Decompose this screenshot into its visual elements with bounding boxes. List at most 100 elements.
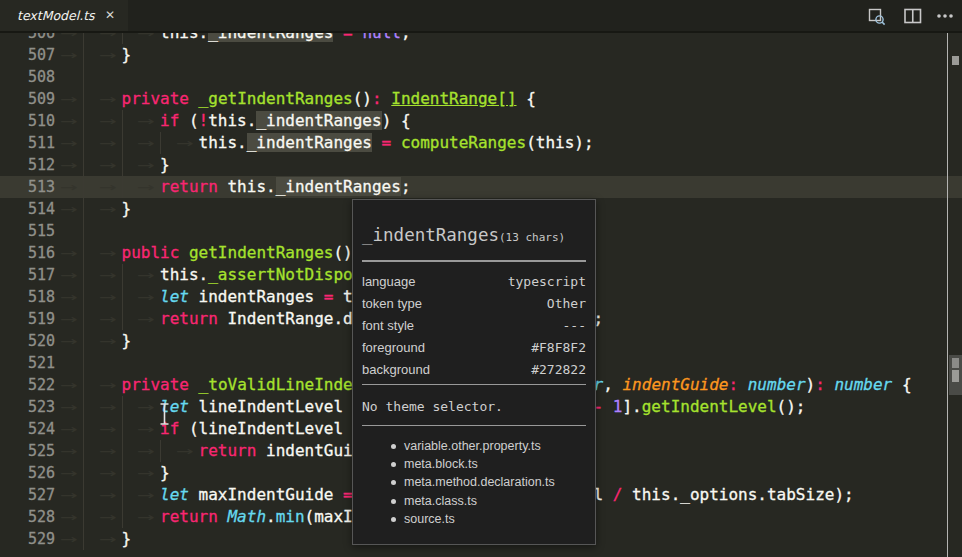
tab-whitespace: → — [83, 528, 122, 550]
code-line[interactable]: 509→→private _getIndentRanges(): IndentR… — [0, 88, 962, 110]
tab-whitespace: → — [83, 506, 122, 528]
tab-whitespace: → — [122, 286, 161, 308]
tab-whitespace: → — [83, 418, 122, 440]
indent-guide — [83, 352, 84, 374]
tab-whitespace: → — [45, 396, 84, 418]
metadata-row: background #272822 — [353, 359, 595, 381]
code-text: →→→} — [45, 154, 170, 176]
tab-whitespace: → — [122, 176, 161, 198]
code-text: →→→} — [45, 462, 170, 484]
tab-whitespace: → — [45, 418, 84, 440]
code-line[interactable]: 513→→→return this._indentRanges; — [0, 176, 962, 198]
scope-item: meta.block.ts — [353, 455, 595, 473]
tab-whitespace: → — [122, 33, 161, 44]
metadata-label: language — [362, 271, 416, 293]
tab-whitespace: → — [83, 308, 122, 330]
more-actions-icon[interactable] — [935, 6, 955, 26]
code-line[interactable]: 510→→→if (!this._indentRanges) { — [0, 110, 962, 132]
tab-whitespace: → — [122, 308, 161, 330]
ruler-mark — [952, 370, 959, 382]
tab-whitespace: → — [122, 462, 161, 484]
separator — [362, 425, 586, 426]
tab-whitespace: → — [122, 418, 161, 440]
code-text: →→private _getIndentRanges(): IndentRang… — [45, 88, 536, 110]
tab-whitespace: → — [45, 330, 84, 352]
tab-whitespace: → — [45, 264, 84, 286]
code-line[interactable]: 511→→→→this._indentRanges = computeRange… — [0, 132, 962, 154]
tab-whitespace: → — [45, 88, 84, 110]
metadata-row: font style --- — [353, 315, 595, 337]
tab-whitespace: → — [122, 110, 161, 132]
metadata-row: foreground #F8F8F2 — [353, 337, 595, 359]
ruler-mark — [952, 56, 959, 65]
tab-bar: textModel.ts ✕ — [0, 0, 962, 33]
metadata-value: --- — [563, 315, 586, 337]
tab-whitespace: → — [83, 33, 122, 44]
tab-whitespace: → — [160, 440, 199, 462]
tab-whitespace: → — [83, 462, 122, 484]
code-line[interactable]: 507→→} — [0, 44, 962, 66]
line-number: 521 — [0, 352, 55, 374]
metadata-label: font style — [362, 315, 414, 337]
metadata-value: typescript — [508, 271, 586, 293]
metadata-value: Other — [547, 293, 586, 315]
code-line[interactable]: 512→→→} — [0, 154, 962, 176]
metadata-label: background — [362, 359, 430, 381]
editor-actions — [867, 0, 955, 31]
tab-whitespace: → — [45, 374, 84, 396]
tab-whitespace: → — [45, 440, 84, 462]
code-text: →→} — [45, 528, 132, 550]
close-icon[interactable]: ✕ — [105, 9, 115, 22]
tab-whitespace: → — [45, 33, 84, 44]
tab-whitespace: → — [45, 308, 84, 330]
overview-ruler[interactable] — [948, 33, 962, 557]
tab-whitespace: → — [45, 242, 84, 264]
tab-whitespace: → — [83, 44, 122, 66]
tab-whitespace: → — [83, 242, 122, 264]
tab-whitespace: → — [45, 286, 84, 308]
find-icon[interactable] — [867, 6, 887, 26]
indent-guide — [83, 66, 84, 88]
token-metadata: language typescripttoken typeOtherfont st… — [353, 271, 595, 381]
tab-whitespace: → — [122, 132, 161, 154]
scope-list: variable.other.property.tsmeta.block.tsm… — [353, 437, 595, 528]
tab-whitespace: → — [83, 374, 122, 396]
tab-whitespace: → — [83, 198, 122, 220]
code-text: →→} — [45, 198, 132, 220]
tab-whitespace: → — [45, 110, 84, 132]
tab-textmodel[interactable]: textModel.ts ✕ — [0, 0, 128, 31]
tab-whitespace: → — [83, 176, 122, 198]
tab-whitespace: → — [45, 506, 84, 528]
scope-item: source.ts — [353, 510, 595, 528]
indent-guide — [83, 220, 84, 242]
code-text: →→} — [45, 44, 132, 66]
metadata-value: #272822 — [531, 359, 586, 381]
tab-whitespace: → — [45, 484, 84, 506]
metadata-value: #F8F8F2 — [531, 337, 586, 359]
inspect-tokens-widget: _indentRanges(13 chars) languagetypescri… — [352, 199, 596, 545]
metadata-row: language typescript — [353, 271, 595, 293]
tab-whitespace: → — [83, 132, 122, 154]
split-editor-icon[interactable] — [903, 6, 923, 26]
overview-ruler-border — [947, 33, 949, 557]
theme-selector-note: No theme selector. — [353, 385, 595, 425]
code-line[interactable]: 506→→→this._indentRanges = null; — [0, 33, 962, 44]
tab-whitespace: → — [45, 176, 84, 198]
tab-whitespace: → — [83, 396, 122, 418]
scope-item: variable.other.property.ts — [353, 437, 595, 455]
tab-whitespace: → — [83, 286, 122, 308]
tab-whitespace: → — [45, 462, 84, 484]
metadata-label: foreground — [362, 337, 425, 359]
tab-whitespace: → — [45, 198, 84, 220]
tab-whitespace: → — [122, 396, 161, 418]
line-number: 515 — [0, 220, 55, 242]
tab-whitespace: → — [160, 132, 199, 154]
tab-whitespace: → — [122, 484, 161, 506]
tab-whitespace: → — [45, 154, 84, 176]
metadata-row: token typeOther — [353, 293, 595, 315]
tab-whitespace: → — [83, 110, 122, 132]
code-line[interactable]: 508 — [0, 66, 962, 88]
mouse-ibeam-cursor — [158, 402, 171, 430]
code-text: →→→this._indentRanges = null; — [45, 33, 411, 44]
separator — [362, 260, 586, 262]
